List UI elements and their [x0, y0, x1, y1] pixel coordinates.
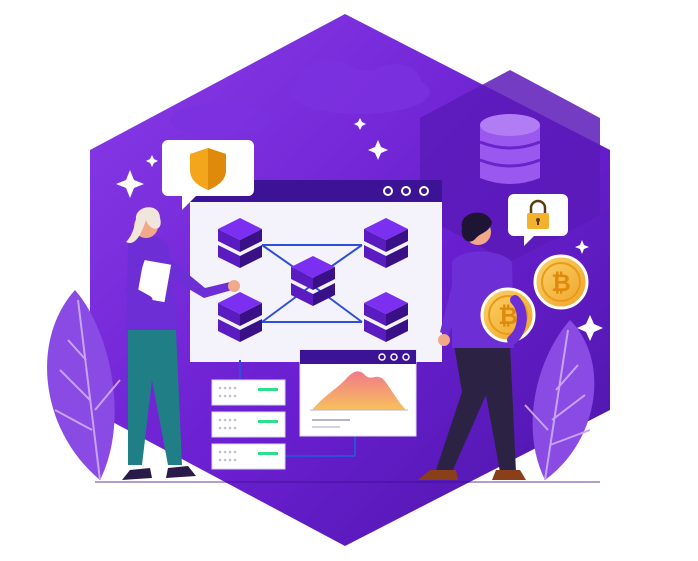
server-unit — [211, 411, 286, 438]
blockchain-illustration: ₿ ₿ — [47, 14, 610, 546]
chart-window — [299, 349, 417, 437]
server-unit — [211, 443, 286, 470]
server-unit — [211, 379, 286, 406]
bitcoin-icon: ₿ — [533, 254, 589, 310]
server-stack — [211, 379, 286, 470]
database-icon — [479, 114, 541, 184]
svg-text:₿: ₿ — [551, 270, 571, 297]
